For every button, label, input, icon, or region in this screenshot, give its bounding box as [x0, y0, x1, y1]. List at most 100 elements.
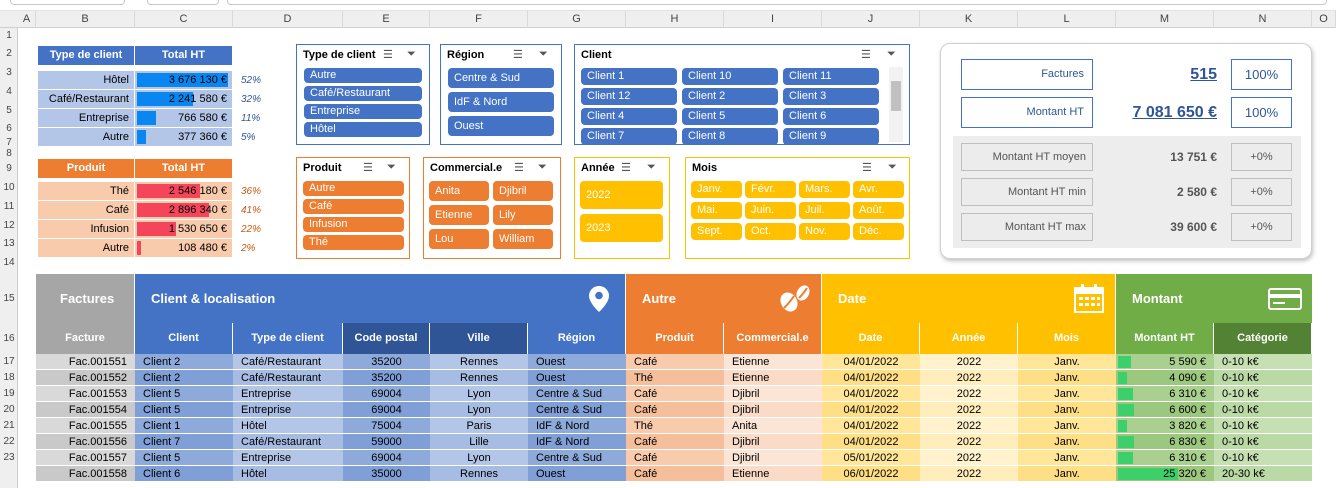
- row-header[interactable]: 17: [0, 354, 18, 370]
- slicer-item[interactable]: Entreprise: [304, 104, 422, 119]
- table-cell[interactable]: Rennes: [430, 354, 528, 370]
- table-cell[interactable]: 06/01/2022: [822, 466, 920, 482]
- slicer-item[interactable]: Client 1: [581, 68, 677, 85]
- slicer-item[interactable]: Juin.: [745, 202, 796, 219]
- table-col-header[interactable]: Mois: [1018, 323, 1116, 354]
- table-cell[interactable]: Client 5: [135, 386, 233, 402]
- slicer-item[interactable]: Client 2: [682, 88, 778, 105]
- column-header[interactable]: M: [1116, 11, 1214, 28]
- slicer-type-client[interactable]: Type de client ☰ ⏷ Autre Café/Restaurant E…: [296, 44, 430, 145]
- table-cell[interactable]: Janv.: [1018, 354, 1116, 370]
- row-header[interactable]: 8: [0, 148, 18, 159]
- table-cell[interactable]: 35200: [343, 354, 430, 370]
- table-cell[interactable]: 0-10 k€: [1214, 370, 1312, 386]
- slicer-item[interactable]: IdF & Nord: [448, 92, 554, 112]
- table-cell[interactable]: 04/01/2022: [822, 434, 920, 450]
- table-cell[interactable]: 69004: [343, 450, 430, 466]
- table-cell[interactable]: 75004: [343, 418, 430, 434]
- table-cell[interactable]: Fac.001554: [36, 402, 135, 418]
- table-col-header[interactable]: Commercial.e: [724, 323, 822, 354]
- slicer-item[interactable]: Oct.: [745, 223, 796, 240]
- table-cell[interactable]: Fac.001555: [36, 418, 135, 434]
- table-cell[interactable]: Café: [626, 402, 724, 418]
- table-cell[interactable]: IdF & Nord: [528, 418, 626, 434]
- table-col-header[interactable]: Type de client: [233, 323, 343, 354]
- slicer-scrollbar[interactable]: [889, 67, 903, 142]
- slicer-item[interactable]: Centre & Sud: [448, 68, 554, 88]
- column-header[interactable]: K: [920, 11, 1018, 28]
- slicer-item[interactable]: Janv.: [691, 181, 742, 198]
- table-cell[interactable]: Ouest: [528, 354, 626, 370]
- column-header[interactable]: C: [135, 11, 233, 28]
- slicer-item[interactable]: Mars.: [799, 181, 850, 198]
- clear-filter-icon[interactable]: ⏷: [888, 161, 897, 174]
- table-cell[interactable]: Janv.: [1018, 450, 1116, 466]
- table-cell[interactable]: Entreprise: [233, 450, 343, 466]
- clear-filter-icon[interactable]: ⏷: [387, 161, 396, 174]
- slicer-client[interactable]: Client ☰ ⏷ Client 1 Client 10 Client 11 Cli…: [574, 44, 910, 145]
- formula-bar[interactable]: [227, 0, 1327, 5]
- table-col-header[interactable]: Ville: [430, 323, 528, 354]
- table-cell[interactable]: Client 5: [135, 450, 233, 466]
- table-cell[interactable]: Ouest: [528, 370, 626, 386]
- table-col-header[interactable]: Produit: [626, 323, 724, 354]
- row-header[interactable]: 16: [0, 323, 18, 354]
- slicer-item[interactable]: Lou: [429, 229, 489, 249]
- slicer-item[interactable]: Avr.: [853, 181, 904, 198]
- table-cell[interactable]: 5 590 €: [1116, 354, 1214, 370]
- table-col-header[interactable]: Année: [920, 323, 1018, 354]
- slicer-item[interactable]: Client 5: [682, 108, 778, 125]
- slicer-item[interactable]: Févr.: [745, 181, 796, 198]
- table-cell[interactable]: 04/01/2022: [822, 370, 920, 386]
- slicer-mois[interactable]: Mois ☰ ⏷ Janv. Févr. Mars. Avr. Mai. Juin. Jui…: [685, 157, 910, 259]
- slicer-item[interactable]: Client 3: [783, 88, 879, 105]
- table-cell[interactable]: Café: [626, 434, 724, 450]
- table-cell[interactable]: Café/Restaurant: [233, 370, 343, 386]
- table-cell[interactable]: Fac.001556: [36, 434, 135, 450]
- table-cell[interactable]: Janv.: [1018, 466, 1116, 482]
- slicer-item[interactable]: Thé: [303, 235, 404, 250]
- slicer-item[interactable]: Autre: [303, 181, 404, 196]
- table-cell[interactable]: Janv.: [1018, 434, 1116, 450]
- table-cell[interactable]: 04/01/2022: [822, 386, 920, 402]
- clear-filter-icon[interactable]: ⏷: [539, 48, 548, 61]
- table-cell[interactable]: Café: [626, 354, 724, 370]
- table-col-header[interactable]: Client: [135, 323, 233, 354]
- table-cell[interactable]: Centre & Sud: [528, 402, 626, 418]
- column-header[interactable]: F: [430, 11, 528, 28]
- slicer-region[interactable]: Région ☰ ⏷ Centre & Sud IdF & Nord Ouest: [440, 44, 562, 145]
- table-col-header[interactable]: Montant HT: [1116, 323, 1214, 354]
- slicer-item[interactable]: Client 11: [783, 68, 879, 85]
- table-cell[interactable]: Café: [626, 466, 724, 482]
- row-header[interactable]: 21: [0, 418, 18, 434]
- table-cell[interactable]: Client 2: [135, 370, 233, 386]
- row-header[interactable]: 2: [0, 44, 18, 63]
- table-cell[interactable]: Thé: [626, 370, 724, 386]
- slicer-item[interactable]: Etienne: [429, 205, 489, 225]
- table-cell[interactable]: Hôtel: [233, 466, 343, 482]
- table-cell[interactable]: Etienne: [724, 354, 822, 370]
- row-header[interactable]: 12: [0, 216, 18, 235]
- multiselect-icon[interactable]: ☰: [383, 48, 393, 61]
- slicer-item[interactable]: Café: [303, 199, 404, 214]
- row-header[interactable]: 4: [0, 82, 18, 101]
- table-cell[interactable]: Café: [626, 386, 724, 402]
- column-header[interactable]: O: [1312, 11, 1336, 28]
- column-header[interactable]: L: [1018, 11, 1116, 28]
- multiselect-icon[interactable]: ☰: [513, 48, 523, 61]
- row-header[interactable]: 15: [0, 274, 18, 323]
- table-cell[interactable]: Lyon: [430, 386, 528, 402]
- table-cell[interactable]: 0-10 k€: [1214, 450, 1312, 466]
- table-col-header[interactable]: Région: [528, 323, 626, 354]
- table-cell[interactable]: 2022: [920, 402, 1018, 418]
- table-cell[interactable]: 04/01/2022: [822, 418, 920, 434]
- slicer-item[interactable]: Client 6: [783, 108, 879, 125]
- slicer-item[interactable]: Juil.: [799, 202, 850, 219]
- clear-filter-icon[interactable]: ⏷: [538, 161, 547, 174]
- table-cell[interactable]: Café/Restaurant: [233, 434, 343, 450]
- row-header[interactable]: 14: [0, 252, 18, 274]
- table-cell[interactable]: 20-30 k€: [1214, 466, 1312, 482]
- slicer-item[interactable]: Client 4: [581, 108, 677, 125]
- slicer-annee[interactable]: Année ☰ ⏷ 2022 2023: [574, 157, 670, 259]
- multiselect-icon[interactable]: ☰: [621, 161, 631, 174]
